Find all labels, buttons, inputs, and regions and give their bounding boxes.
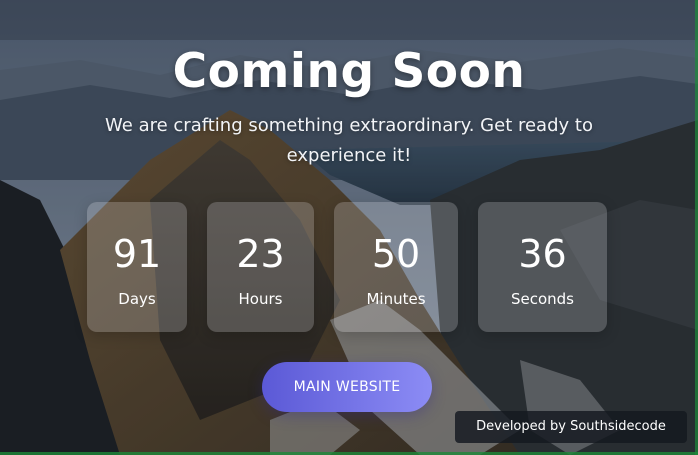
countdown-hours: 23 Hours: [207, 202, 314, 332]
countdown-days: 91 Days: [87, 202, 187, 332]
coming-soon-page: Coming Soon We are crafting something ex…: [0, 0, 698, 455]
countdown-hours-label: Hours: [238, 290, 283, 308]
countdown-days-value: 91: [112, 232, 162, 276]
main-website-button[interactable]: MAIN WEBSITE: [262, 362, 432, 412]
developer-credit-badge: Developed by Southsidecode: [455, 411, 687, 443]
countdown-minutes: 50 Minutes: [334, 202, 458, 332]
page-title: Coming Soon: [172, 44, 526, 99]
countdown-hours-value: 23: [236, 232, 285, 276]
countdown-seconds-label: Seconds: [510, 290, 575, 308]
page-subtitle: We are crafting something extraordinary.…: [105, 115, 593, 166]
countdown-seconds-value: 36: [518, 232, 567, 276]
countdown-seconds: 36 Seconds: [478, 202, 607, 332]
countdown-minutes-value: 50: [371, 232, 421, 276]
countdown-days-label: Days: [118, 290, 156, 308]
countdown-minutes-label: Minutes: [366, 290, 426, 308]
